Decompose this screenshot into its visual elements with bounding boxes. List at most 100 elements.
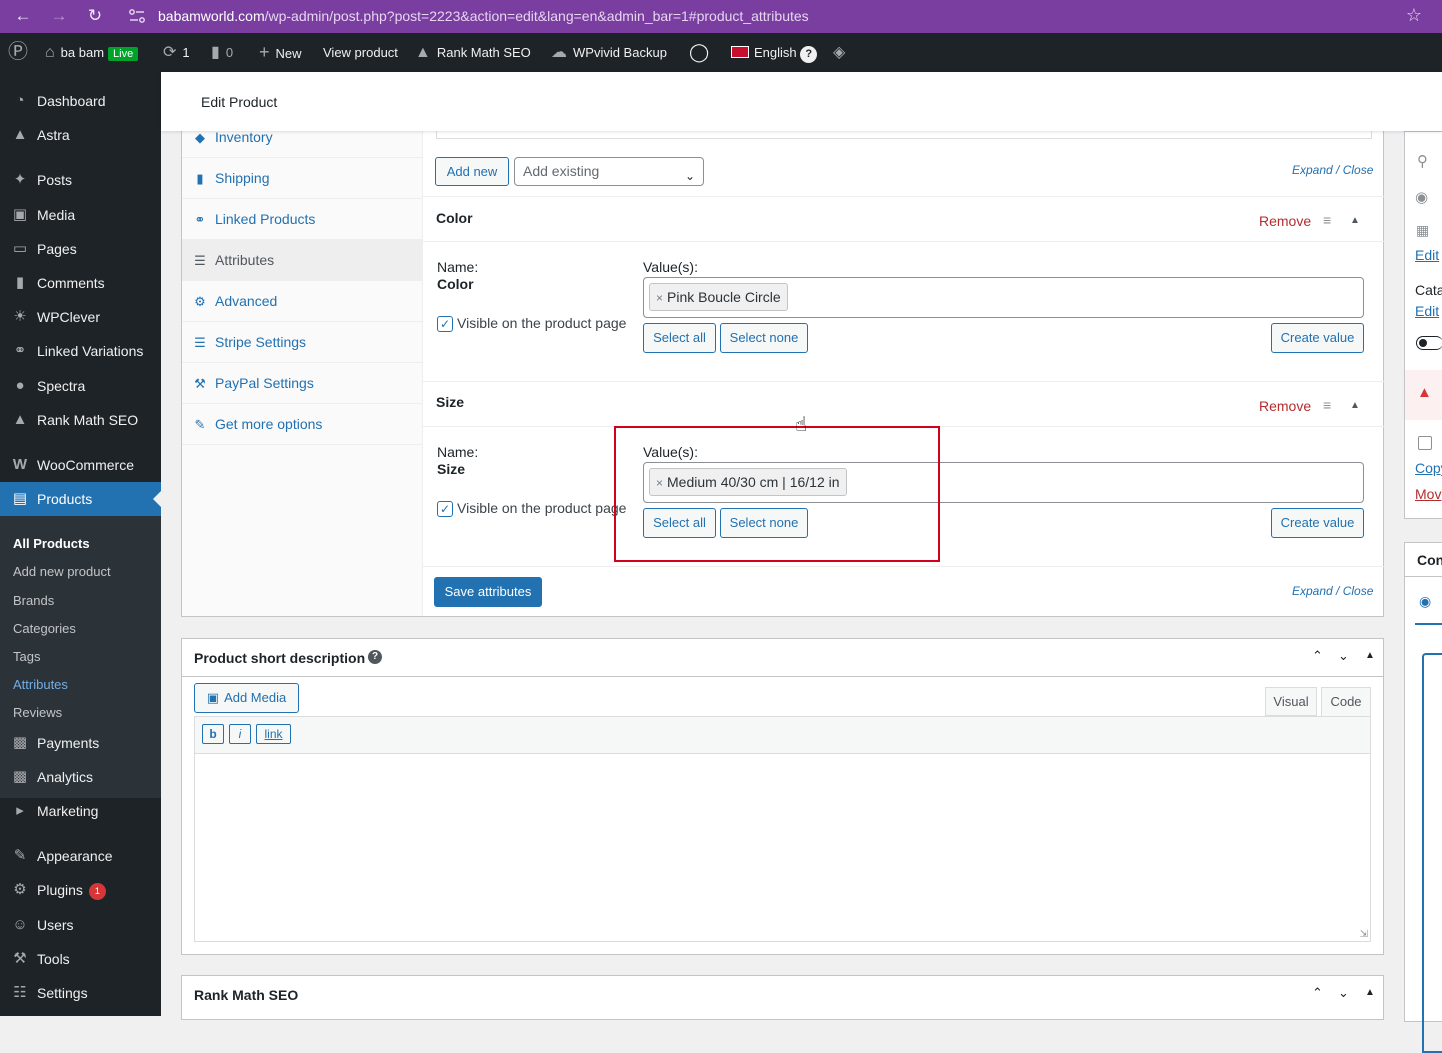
sidebar-item-plugins[interactable]: ⚙ Plugins 1 xyxy=(0,873,161,907)
resize-handle-icon[interactable]: ⇲ xyxy=(1360,929,1368,940)
create-value-button[interactable]: Create value xyxy=(1271,323,1364,353)
visual-tab[interactable]: Visual xyxy=(1265,687,1317,716)
sidebar-item-posts[interactable]: ✦ Posts xyxy=(0,163,161,197)
sidebar-item-users[interactable]: ☺ Users xyxy=(0,908,161,942)
sidebar-item-astra[interactable]: ▲ Astra xyxy=(0,118,161,152)
comments-menu[interactable]: ▮ 0 xyxy=(211,33,233,72)
move-up-icon[interactable]: ⌃ xyxy=(1312,985,1323,1001)
attribute-title-size[interactable]: Size xyxy=(436,394,464,410)
submenu-categories[interactable]: Categories xyxy=(13,621,76,636)
attribute-title-color[interactable]: Color xyxy=(436,210,473,226)
tab-linked-products[interactable]: ⚭ Linked Products xyxy=(182,199,422,240)
forward-arrow-icon[interactable]: → xyxy=(48,6,70,26)
move-up-icon[interactable]: ⌃ xyxy=(1312,648,1323,664)
collapse-toggle-icon[interactable]: ▲ xyxy=(1350,215,1360,226)
sidebar-item-settings[interactable]: ☷ Settings xyxy=(0,976,161,1010)
bookmark-star-icon[interactable]: ☆ xyxy=(1406,5,1422,26)
sidebar-item-woocommerce[interactable]: W WooCommerce xyxy=(0,448,161,482)
submenu-all-products[interactable]: All Products xyxy=(13,536,90,551)
sidebar-item-dashboard[interactable]: ◔ Dashboard xyxy=(0,84,161,118)
sidebar-item-appearance[interactable]: ✎ Appearance xyxy=(0,839,161,873)
link-icon: ⚭ xyxy=(194,212,206,227)
sidebar-item-marketing[interactable]: ▸ Marketing xyxy=(0,794,161,828)
select-all-button[interactable]: Select all xyxy=(643,323,716,353)
language-menu[interactable]: English ? xyxy=(731,33,818,72)
add-media-button[interactable]: ▣ Add Media xyxy=(194,683,299,713)
support-icon[interactable]: ◯ xyxy=(689,33,709,72)
create-value-button[interactable]: Create value xyxy=(1271,508,1364,538)
color-values-field[interactable]: × Pink Boucle Circle xyxy=(643,277,1364,318)
tab-attributes[interactable]: ☰ Attributes xyxy=(182,240,422,281)
tab-stripe-settings[interactable]: ☰ Stripe Settings xyxy=(182,322,422,363)
sidebar-item-tools[interactable]: ⚒ Tools xyxy=(0,942,161,976)
address-bar[interactable]: babamworld.com/wp-admin/post.php?post=22… xyxy=(158,8,809,24)
remove-chip-icon[interactable]: × xyxy=(656,291,663,305)
tab-advanced[interactable]: ⚙ Advanced xyxy=(182,281,422,322)
submenu-attributes[interactable]: Attributes xyxy=(13,677,68,692)
rank-math-menu[interactable]: ▲ Rank Math SEO xyxy=(415,33,531,72)
sidebar-item-wpclever[interactable]: ☀ WPClever xyxy=(0,300,161,334)
expand-close-link-top[interactable]: Expand / Close xyxy=(1292,163,1373,177)
sidebar-item-pages[interactable]: ▭ Pages xyxy=(0,232,161,266)
sidebar-item-spectra[interactable]: ● Spectra xyxy=(0,369,161,403)
visible-on-product-page-checkbox[interactable]: ✓ xyxy=(437,501,453,517)
copy-link[interactable]: Copy xyxy=(1415,460,1442,476)
view-product-link[interactable]: View product xyxy=(323,33,398,72)
link-quicktag-button[interactable]: link xyxy=(256,724,291,744)
move-down-icon[interactable]: ⌄ xyxy=(1338,648,1349,664)
submenu-tags[interactable]: Tags xyxy=(13,649,40,664)
sidebar-item-rank-math[interactable]: ▲ Rank Math SEO xyxy=(0,403,161,437)
sidebar-item-linked-variations[interactable]: ⚭ Linked Variations xyxy=(0,334,161,368)
sidebar-item-media[interactable]: ▣ Media xyxy=(0,198,161,232)
visible-on-product-page-checkbox[interactable]: ✓ xyxy=(437,316,453,332)
drag-handle-icon[interactable]: ≡ xyxy=(1323,397,1331,413)
bulb-icon: ☀ xyxy=(13,308,27,325)
submenu-add-new-product[interactable]: Add new product xyxy=(13,564,111,579)
add-existing-attribute-select[interactable]: Add existing ⌄ xyxy=(514,157,704,186)
updates-menu[interactable]: ⟳ 1 xyxy=(163,33,190,72)
wpvivid-menu[interactable]: ☁ WPvivid Backup xyxy=(551,33,667,72)
save-attributes-button[interactable]: Save attributes xyxy=(434,577,542,607)
expand-close-link-bottom[interactable]: Expand / Close xyxy=(1292,584,1373,598)
collapse-toggle-icon[interactable]: ▲ xyxy=(1365,650,1375,661)
tab-label: Inventory xyxy=(215,129,273,145)
sidebar-item-payments[interactable]: ▩ Payments xyxy=(0,726,161,760)
reload-icon[interactable]: ↻ xyxy=(84,6,106,26)
remove-size-attribute-link[interactable]: Remove xyxy=(1259,398,1311,414)
back-arrow-icon[interactable]: ← xyxy=(12,6,34,26)
toggle-switch[interactable] xyxy=(1416,336,1442,350)
drag-handle-icon[interactable]: ≡ xyxy=(1323,212,1331,228)
add-new-attribute-button[interactable]: Add new xyxy=(435,157,509,186)
new-content-menu[interactable]: + New xyxy=(259,33,302,72)
collapse-toggle-icon[interactable]: ▲ xyxy=(1365,987,1375,998)
bold-quicktag-button[interactable]: b xyxy=(202,724,224,744)
site-name-menu[interactable]: ⌂ ba bam Live xyxy=(45,33,139,72)
wrench-icon: ⚒ xyxy=(13,950,27,967)
site-info-icon[interactable] xyxy=(128,8,146,24)
tab-shipping[interactable]: ▮ Shipping xyxy=(182,158,422,199)
sidebar-item-analytics[interactable]: ▩ Analytics xyxy=(0,760,161,794)
help-icon[interactable]: ? xyxy=(368,650,382,664)
wordpress-logo-icon[interactable]: Ⓟ xyxy=(8,33,28,72)
sidebar-checkbox[interactable] xyxy=(1418,436,1432,450)
sidebar-item-comments[interactable]: ▮ Comments xyxy=(0,266,161,300)
remove-color-attribute-link[interactable]: Remove xyxy=(1259,213,1311,229)
move-to-trash-link[interactable]: Mov xyxy=(1415,486,1442,502)
edit-date-link[interactable]: Edit xyxy=(1415,247,1442,263)
tab-paypal-settings[interactable]: ⚒ PayPal Settings xyxy=(182,363,422,404)
archive-icon: ▤ xyxy=(12,490,28,507)
tab-get-more-options[interactable]: ✎ Get more options xyxy=(182,404,422,445)
submenu-reviews[interactable]: Reviews xyxy=(13,705,62,720)
sidebar-item-products[interactable]: ▤ Products xyxy=(0,482,161,516)
diamond-icon[interactable]: ◈ xyxy=(833,33,845,72)
select-none-button[interactable]: Select none xyxy=(720,323,808,353)
preview-icon[interactable]: ◉ xyxy=(1419,593,1431,610)
italic-quicktag-button[interactable]: i xyxy=(229,724,251,744)
short-description-textarea[interactable] xyxy=(195,754,1370,941)
edit-catalog-link[interactable]: Edit xyxy=(1415,303,1442,319)
code-tab[interactable]: Code xyxy=(1321,687,1371,717)
move-down-icon[interactable]: ⌄ xyxy=(1338,985,1349,1001)
sidebar-item-label: Marketing xyxy=(37,803,99,819)
collapse-toggle-icon[interactable]: ▲ xyxy=(1350,400,1360,411)
submenu-brands[interactable]: Brands xyxy=(13,593,54,608)
